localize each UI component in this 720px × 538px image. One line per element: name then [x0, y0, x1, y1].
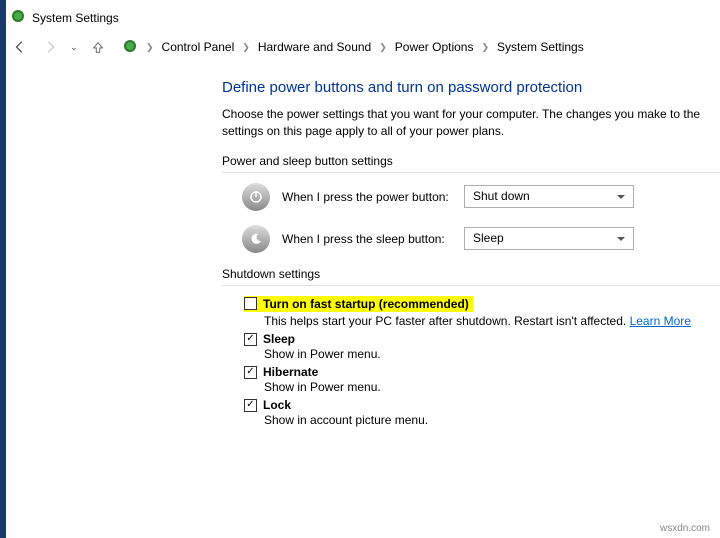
- lock-sub: Show in account picture menu.: [264, 413, 720, 427]
- forward-button[interactable]: [40, 37, 60, 57]
- sleep-icon: [242, 225, 270, 253]
- lock-checkbox[interactable]: [244, 399, 257, 412]
- hibernate-label: Hibernate: [263, 365, 318, 379]
- page-heading: Define power buttons and turn on passwor…: [222, 79, 720, 96]
- separator: [222, 172, 720, 173]
- breadcrumb-item[interactable]: Power Options: [395, 40, 474, 54]
- lock-label: Lock: [263, 398, 291, 412]
- breadcrumb: ❯ Control Panel ❯ Hardware and Sound ❯ P…: [122, 38, 584, 57]
- up-button[interactable]: [88, 37, 108, 57]
- fast-startup-checkbox[interactable]: [244, 297, 257, 310]
- fast-startup-option: Turn on fast startup (recommended): [244, 296, 473, 312]
- content-area: Define power buttons and turn on passwor…: [0, 69, 720, 427]
- shutdown-section-title: Shutdown settings: [222, 267, 720, 281]
- back-button[interactable]: [10, 37, 30, 57]
- power-button-row: When I press the power button: Shut down: [242, 183, 720, 211]
- hibernate-sub: Show in Power menu.: [264, 380, 720, 394]
- power-icon: [242, 183, 270, 211]
- chevron-right-icon[interactable]: ❯: [238, 42, 254, 53]
- breadcrumb-item[interactable]: Control Panel: [162, 40, 235, 54]
- lock-option: Lock: [244, 398, 720, 412]
- sleep-button-label: When I press the sleep button:: [282, 232, 452, 246]
- power-button-dropdown[interactable]: Shut down: [464, 185, 634, 208]
- history-dropdown-icon[interactable]: ⌄: [70, 42, 78, 53]
- sleep-sub: Show in Power menu.: [264, 347, 720, 361]
- breadcrumb-item[interactable]: Hardware and Sound: [258, 40, 371, 54]
- power-options-icon: [122, 38, 138, 57]
- power-button-label: When I press the power button:: [282, 190, 452, 204]
- power-options-icon: [10, 8, 26, 27]
- breadcrumb-item[interactable]: System Settings: [497, 40, 584, 54]
- sleep-button-row: When I press the sleep button: Sleep: [242, 225, 720, 253]
- sleep-option: Sleep: [244, 332, 720, 346]
- chevron-right-icon[interactable]: ❯: [477, 42, 493, 53]
- chevron-right-icon[interactable]: ❯: [375, 42, 391, 53]
- fast-startup-sub: This helps start your PC faster after sh…: [264, 314, 720, 328]
- hibernate-checkbox[interactable]: [244, 366, 257, 379]
- navigation-bar: ⌄ ❯ Control Panel ❯ Hardware and Sound ❯…: [0, 33, 720, 69]
- window-title: System Settings: [32, 11, 119, 25]
- page-description: Choose the power settings that you want …: [222, 106, 720, 140]
- hibernate-option: Hibernate: [244, 365, 720, 379]
- titlebar: System Settings: [0, 0, 720, 33]
- chevron-right-icon[interactable]: ❯: [142, 42, 158, 53]
- sleep-checkbox[interactable]: [244, 333, 257, 346]
- button-section-title: Power and sleep button settings: [222, 154, 720, 168]
- watermark: wsxdn.com: [660, 523, 710, 534]
- separator: [222, 285, 720, 286]
- learn-more-link[interactable]: Learn More: [630, 314, 691, 328]
- sleep-button-dropdown[interactable]: Sleep: [464, 227, 634, 250]
- fast-startup-label: Turn on fast startup (recommended): [263, 297, 469, 311]
- left-edge-decoration: [0, 0, 6, 538]
- sleep-label: Sleep: [263, 332, 295, 346]
